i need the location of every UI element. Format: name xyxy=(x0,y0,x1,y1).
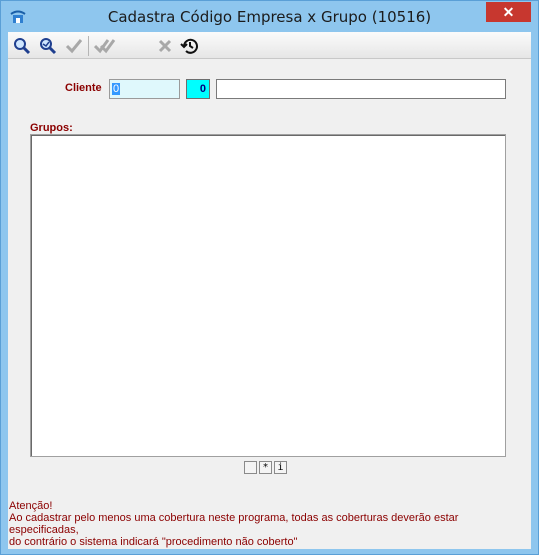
grupos-label: Grupos: xyxy=(30,122,73,134)
warning-line-2: do contrário o sistema indicará "procedi… xyxy=(9,536,298,548)
double-check-icon[interactable] xyxy=(94,35,116,57)
title-bar[interactable]: Cadastra Código Empresa x Grupo (10516) … xyxy=(1,1,538,32)
cliente-code-input[interactable]: 0 xyxy=(109,79,180,99)
cliente-code-value: 0 xyxy=(112,83,121,95)
check-icon[interactable] xyxy=(63,35,85,57)
toolbar xyxy=(8,32,531,59)
nav-info-button[interactable]: i xyxy=(274,461,287,474)
search-icon[interactable] xyxy=(11,35,33,57)
close-button[interactable]: ✕ xyxy=(486,2,531,22)
history-icon[interactable] xyxy=(179,35,201,57)
warning-message: Atenção! Ao cadastrar pelo menos uma cob… xyxy=(9,500,529,548)
warning-title: Atenção! xyxy=(9,500,53,512)
warning-line-1: Ao cadastrar pelo menos uma cobertura ne… xyxy=(9,512,459,536)
app-window: Cadastra Código Empresa x Grupo (10516) … xyxy=(0,0,539,555)
window-title: Cadastra Código Empresa x Grupo (10516) xyxy=(107,8,432,26)
cliente-label: Cliente xyxy=(65,82,102,94)
nav-insert-button[interactable]: * xyxy=(259,461,272,474)
search-next-icon[interactable] xyxy=(37,35,59,57)
nav-blank-button[interactable] xyxy=(244,461,257,474)
grupos-grid[interactable] xyxy=(30,134,506,457)
cliente-name-field[interactable] xyxy=(216,79,506,99)
client-area: Cliente 0 0 Grupos: * i Atenção! Ao cada… xyxy=(8,32,531,549)
cancel-icon[interactable] xyxy=(154,35,176,57)
toolbar-separator xyxy=(88,36,89,56)
cliente-secondary-field[interactable]: 0 xyxy=(186,79,210,99)
